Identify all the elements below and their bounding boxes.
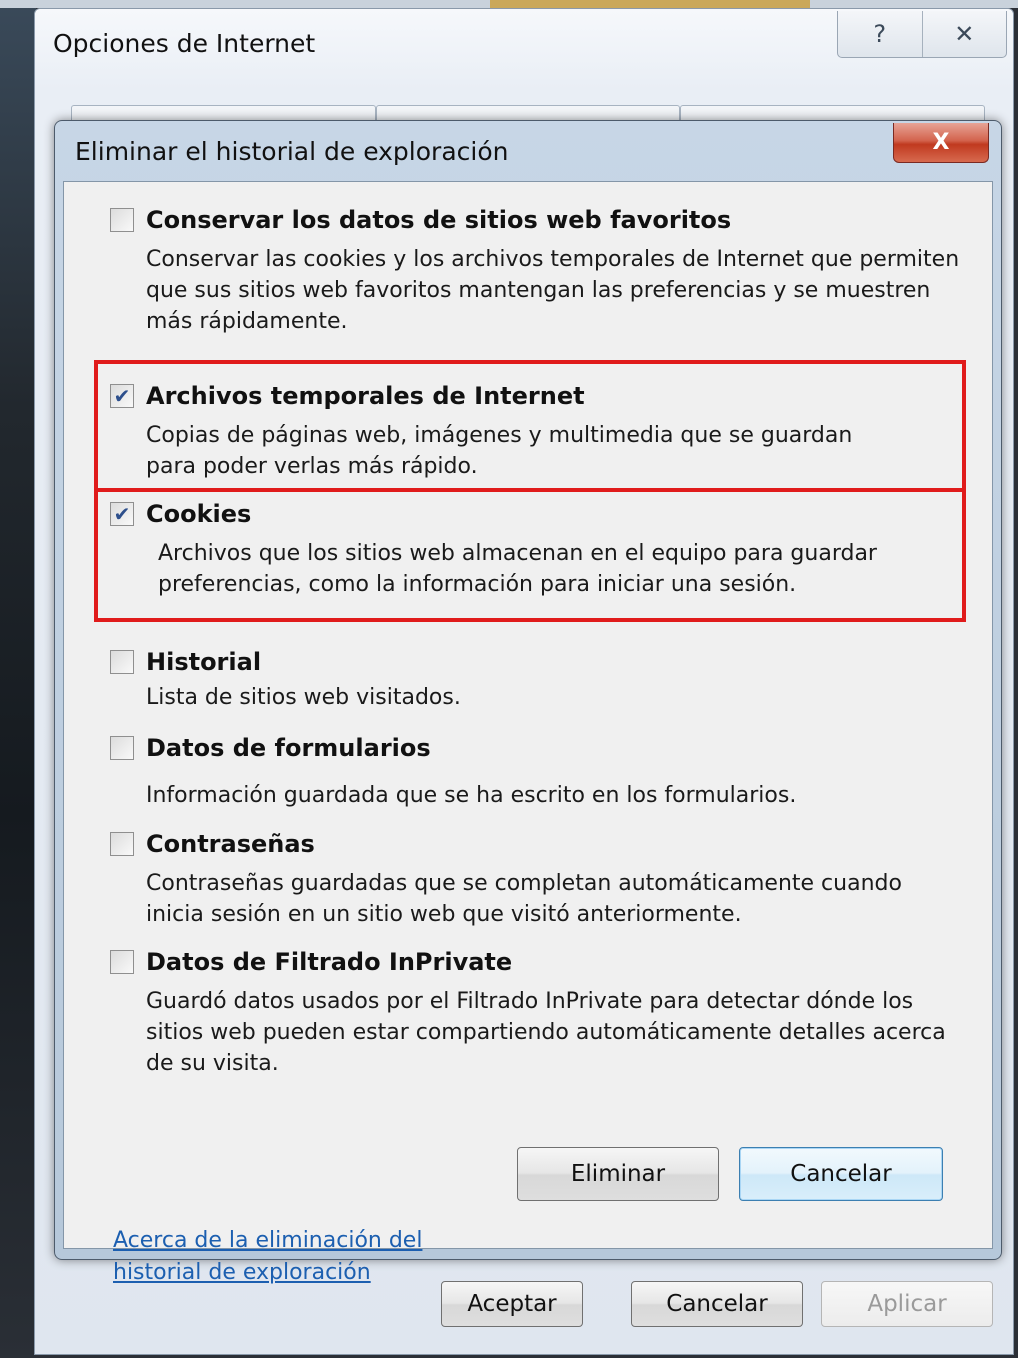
option-description: Contraseñas guardadas que se completan a… [146,871,902,927]
highlight-cookies [94,488,966,622]
caption-buttons: ? ✕ [837,11,1007,58]
option-inprivate-filtering: Datos de Filtrado InPrivate Guardó datos… [110,946,970,1079]
option-label: Datos de formularios [146,734,431,762]
help-button[interactable]: ? [838,11,922,57]
option-description: Lista de sitios web visitados. [146,685,461,710]
about-deleting-history-link[interactable]: Acerca de la eliminación del historial d… [113,1225,453,1289]
option-passwords: Contraseñas Contraseñas guardadas que se… [110,828,970,930]
option-description: Información guardada que se ha escrito e… [146,783,797,808]
help-icon: ? [873,20,887,48]
apply-button[interactable]: Aplicar [821,1281,993,1327]
delete-history-dialog: Eliminar el historial de exploración X C… [54,120,1002,1285]
option-preserve-favorites: Conservar los datos de sitios web favori… [110,204,970,337]
dialog-close-button[interactable]: X [893,123,989,163]
checkbox-unchecked[interactable] [110,736,134,760]
delete-button[interactable]: Eliminar [517,1147,719,1201]
dialog-title: Eliminar el historial de exploración [75,137,509,166]
checkbox-unchecked[interactable] [110,832,134,856]
option-label: Datos de Filtrado InPrivate [146,948,513,976]
option-label: Contraseñas [146,830,315,858]
desktop-background [0,0,36,1358]
option-label: Historial [146,648,262,676]
option-form-data: Datos de formularios Información guardad… [110,732,970,811]
option-history: Historial Lista de sitios web visitados. [110,646,970,713]
checkbox-unchecked[interactable] [110,650,134,674]
ok-button[interactable]: Aceptar [441,1281,583,1327]
window-title: Opciones de Internet [53,29,316,58]
dialog-cancel-button[interactable]: Cancelar [739,1147,943,1201]
option-label: Conservar los datos de sitios web favori… [146,206,732,234]
dialog-body: Conservar los datos de sitios web favori… [63,181,993,1249]
outer-cancel-button[interactable]: Cancelar [631,1281,803,1327]
window-close-button[interactable]: ✕ [921,11,1007,57]
checkbox-unchecked[interactable] [110,208,134,232]
option-description: Guardó datos usados por el Filtrado InPr… [146,989,946,1076]
close-icon: ✕ [954,20,975,48]
close-icon: X [932,130,950,155]
highlight-temp-files [94,360,966,492]
option-description: Conservar las cookies y los archivos tem… [146,247,960,334]
checkbox-unchecked[interactable] [110,950,134,974]
